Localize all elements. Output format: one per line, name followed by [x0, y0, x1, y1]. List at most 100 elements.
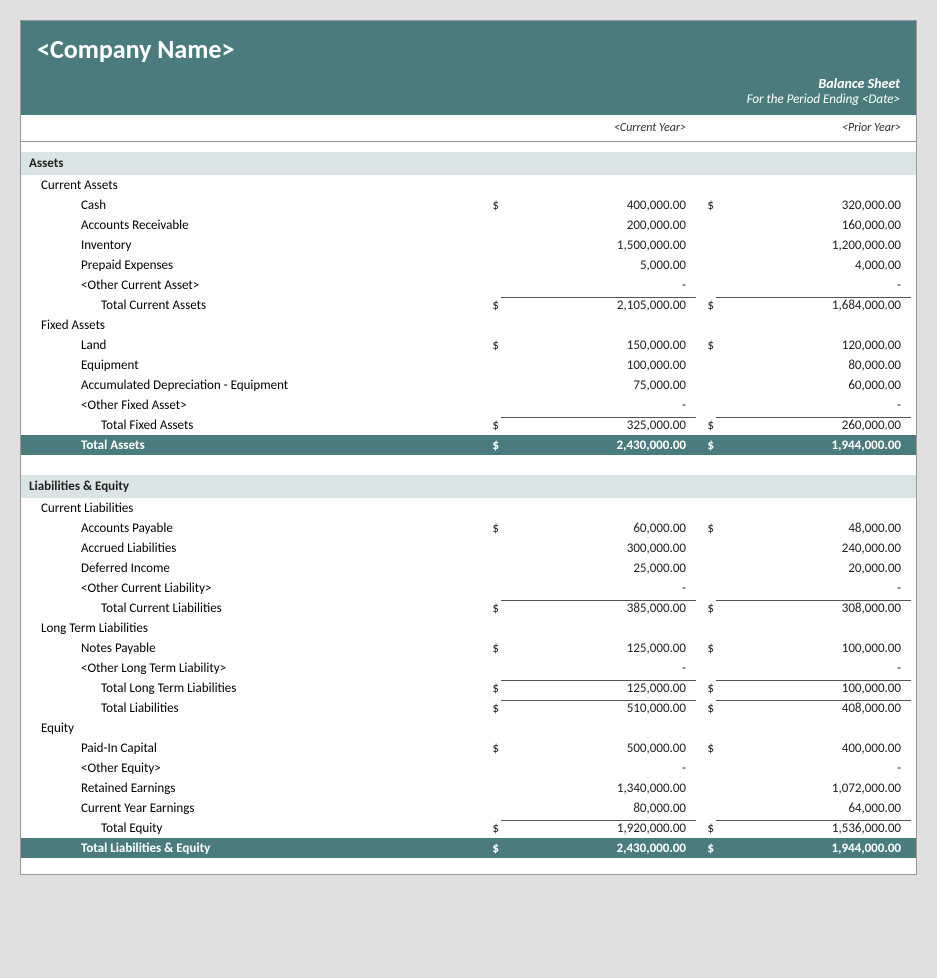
row-label: <Other Current Asset> [21, 278, 481, 293]
total-liabilities-cy: 510,000.00 [501, 700, 696, 716]
list-item: <Other Equity>-- [21, 758, 916, 778]
long-term-liabilities-rows: Notes Payable$125,000.00$100,000.00<Othe… [21, 638, 916, 678]
row-label: Prepaid Expenses [21, 258, 481, 273]
current-year-value: - [501, 661, 696, 676]
total-current-liabilities-cy: 385,000.00 [501, 600, 696, 616]
current-year-value: - [501, 278, 696, 293]
total-long-term-liabilities-row: Total Long Term Liabilities $ 125,000.00… [21, 678, 916, 698]
list-item: Notes Payable$125,000.00$100,000.00 [21, 638, 916, 658]
list-item: Prepaid Expenses5,000.004,000.00 [21, 255, 916, 275]
total-long-term-liabilities-py: 100,000.00 [716, 680, 911, 696]
row-label: Notes Payable [21, 641, 481, 656]
total-current-assets-cy: 2,105,000.00 [501, 297, 696, 313]
total-equity-row: Total Equity $ 1,920,000.00 $ 1,536,000.… [21, 818, 916, 838]
current-year-value: 125,000.00 [501, 641, 696, 656]
list-item: <Other Current Asset> - - [21, 275, 916, 295]
total-assets-py: 1,944,000.00 [716, 438, 911, 453]
assets-section-header: Assets [21, 152, 916, 175]
prior-year-value: 400,000.00 [716, 741, 911, 756]
column-headers: <Current Year> <Prior Year> [21, 115, 916, 142]
list-item: Accounts Payable$60,000.00$48,000.00 [21, 518, 916, 538]
total-current-liabilities-py-dollar: $ [696, 601, 716, 616]
list-item: Inventory1,500,000.001,200,000.00 [21, 235, 916, 255]
dollar-sign: $ [481, 198, 501, 213]
prior-year-value: 64,000.00 [716, 801, 911, 816]
total-assets-dollar: $ [481, 438, 501, 453]
total-fixed-assets-label: Total Fixed Assets [21, 418, 481, 433]
total-fixed-assets-row: Total Fixed Assets $ 325,000.00 $ 260,00… [21, 415, 916, 435]
total-long-term-liabilities-label: Total Long Term Liabilities [21, 681, 481, 696]
current-liabilities-group-label: Current Liabilities [21, 498, 916, 518]
prior-year-value: 60,000.00 [716, 378, 911, 393]
list-item: Paid-In Capital$500,000.00$400,000.00 [21, 738, 916, 758]
total-liabilities-equity-dollar: $ [481, 841, 501, 856]
header-top: <Company Name> [21, 21, 916, 71]
total-current-assets-label: Total Current Assets [21, 298, 481, 313]
total-liabilities-equity-row: Total Liabilities & Equity $ 2,430,000.0… [21, 838, 916, 858]
dollar-sign: $ [481, 741, 501, 756]
list-item: Current Year Earnings80,000.0064,000.00 [21, 798, 916, 818]
total-liabilities-row: Total Liabilities $ 510,000.00 $ 408,000… [21, 698, 916, 718]
current-year-value: 200,000.00 [501, 218, 696, 233]
py-dollar-sign: $ [696, 641, 716, 656]
prior-year-value: 1,072,000.00 [716, 781, 911, 796]
row-label: <Other Equity> [21, 761, 481, 776]
total-assets-row: Total Assets $ 2,430,000.00 $ 1,944,000.… [21, 435, 916, 455]
balance-sheet: <Company Name> Balance Sheet For the Per… [20, 20, 917, 875]
equity-label: Equity [21, 721, 481, 736]
row-label: Equipment [21, 358, 481, 373]
current-year-value: 60,000.00 [501, 521, 696, 536]
dollar-sign: $ [481, 338, 501, 353]
header-right: Balance Sheet For the Period Ending <Dat… [21, 71, 916, 115]
current-assets-rows: Cash$400,000.00$320,000.00Accounts Recei… [21, 195, 916, 295]
list-item: <Other Long Term Liability>-- [21, 658, 916, 678]
sheet-title: Balance Sheet [37, 75, 900, 92]
total-equity-py: 1,536,000.00 [716, 820, 911, 836]
prior-year-value: - [716, 398, 911, 413]
prior-year-value: - [716, 581, 911, 596]
total-long-term-liabilities-py-dollar: $ [696, 681, 716, 696]
total-equity-label: Total Equity [21, 821, 481, 836]
total-current-assets-py-dollar: $ [696, 298, 716, 313]
total-assets-label: Total Assets [21, 438, 481, 453]
company-name: <Company Name> [37, 33, 900, 65]
row-label: Deferred Income [21, 561, 481, 576]
total-current-liabilities-dollar: $ [481, 601, 501, 616]
current-year-value: 25,000.00 [501, 561, 696, 576]
dollar-sign: $ [481, 521, 501, 536]
prior-year-value: - [716, 278, 911, 293]
total-current-liabilities-py: 308,000.00 [716, 600, 911, 616]
total-current-liabilities-row: Total Current Liabilities $ 385,000.00 $… [21, 598, 916, 618]
list-item: <Other Current Liability>-- [21, 578, 916, 598]
current-year-value: 300,000.00 [501, 541, 696, 556]
prior-year-value: - [716, 761, 911, 776]
fixed-assets-label: Fixed Assets [21, 318, 481, 333]
prior-year-value: 48,000.00 [716, 521, 911, 536]
prior-year-value: 4,000.00 [716, 258, 911, 273]
prior-year-value: 100,000.00 [716, 641, 911, 656]
total-current-assets-row: Total Current Assets $ 2,105,000.00 $ 1,… [21, 295, 916, 315]
row-label: Cash [21, 198, 481, 213]
total-liabilities-py: 408,000.00 [716, 700, 911, 716]
list-item: Accumulated Depreciation - Equipment75,0… [21, 375, 916, 395]
liabilities-section-header: Liabilities & Equity [21, 475, 916, 498]
prior-year-value: - [716, 661, 911, 676]
equity-rows: Paid-In Capital$500,000.00$400,000.00 <Ot… [21, 738, 916, 818]
row-label: Accumulated Depreciation - Equipment [21, 378, 481, 393]
prior-year-value: 160,000.00 [716, 218, 911, 233]
total-liabilities-equity-py-dollar: $ [696, 841, 716, 856]
long-term-liabilities-label: Long Term Liabilities [21, 621, 481, 636]
fixed-assets-rows: Land$150,000.00$120,000.00Equipment100,0… [21, 335, 916, 415]
total-assets-py-dollar: $ [696, 438, 716, 453]
current-year-value: 100,000.00 [501, 358, 696, 373]
total-current-assets-dollar: $ [481, 298, 501, 313]
current-assets-label: Current Assets [21, 178, 481, 193]
prior-year-value: 240,000.00 [716, 541, 911, 556]
py-dollar-sign: $ [696, 521, 716, 536]
total-liabilities-dollar: $ [481, 701, 501, 716]
list-item: Accrued Liabilities300,000.00240,000.00 [21, 538, 916, 558]
total-fixed-assets-py-dollar: $ [696, 418, 716, 433]
total-fixed-assets-py: 260,000.00 [716, 417, 911, 433]
dollar-sign: $ [481, 641, 501, 656]
total-equity-py-dollar: $ [696, 821, 716, 836]
